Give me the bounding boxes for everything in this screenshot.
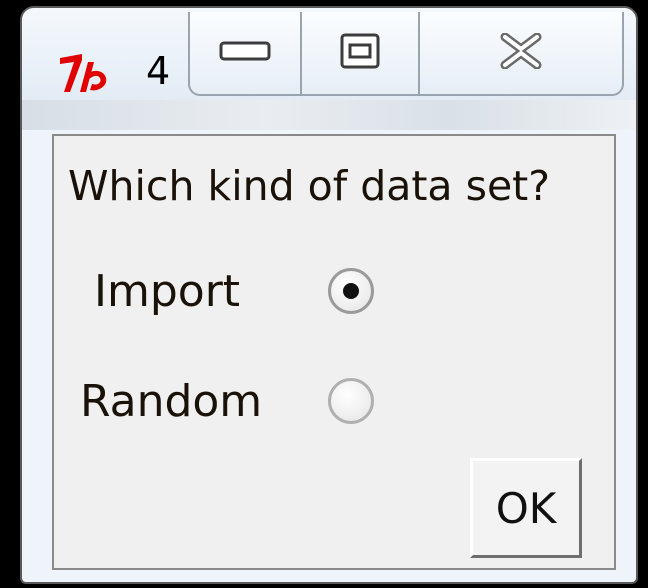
import-radio[interactable] [328,268,374,314]
maximize-icon [340,33,380,73]
minimize-button[interactable] [190,12,302,94]
caption-buttons [188,12,624,96]
window-title: 4 [146,49,171,93]
screen: 4 Which kind of data set? Import Random … [0,0,648,588]
background-blur [22,100,636,130]
radio-selected-dot [343,283,359,299]
dialog-window: 4 Which kind of data set? Import Random … [20,6,638,584]
tk-feather-icon [58,52,110,94]
random-option-label[interactable]: Random [80,380,262,424]
close-icon [499,32,543,73]
question-label: Which kind of data set? [68,162,551,210]
ok-button[interactable]: OK [470,458,582,558]
maximize-button[interactable] [302,12,420,94]
import-option-label[interactable]: Import [94,270,240,314]
random-radio[interactable] [328,378,374,424]
title-bar[interactable]: 4 [22,8,636,130]
minimize-icon [219,39,271,67]
close-button[interactable] [420,12,622,94]
dialog-body: Which kind of data set? Import Random OK [52,134,616,570]
